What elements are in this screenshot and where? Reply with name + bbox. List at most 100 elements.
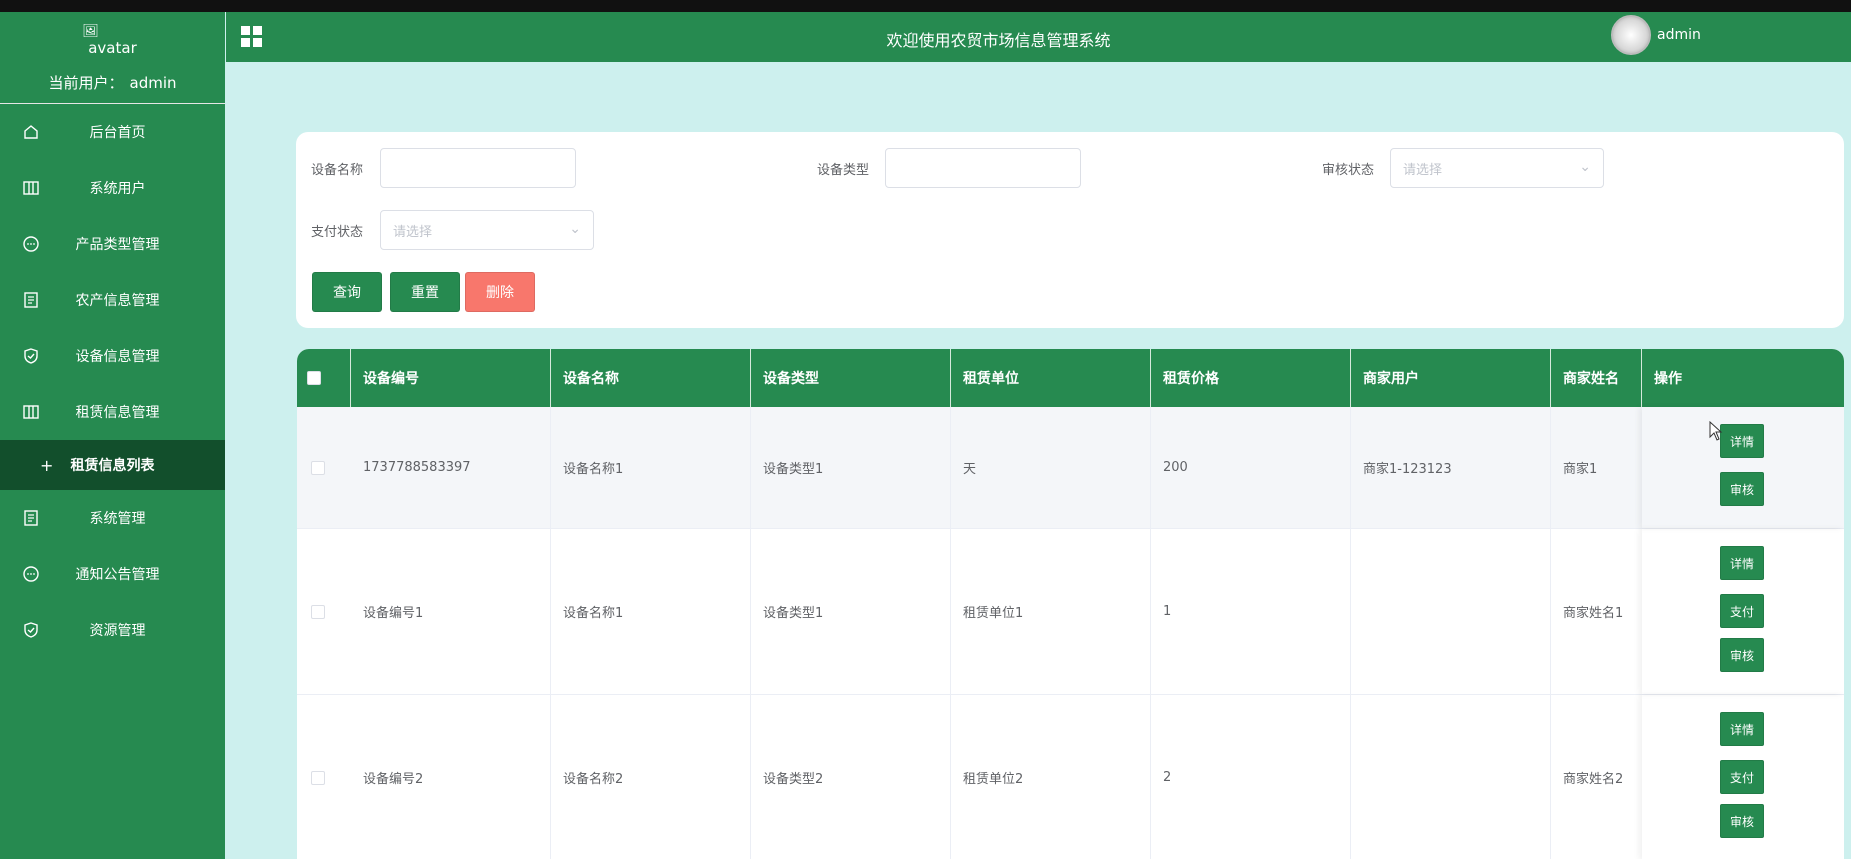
cell-rental-price: 1	[1151, 529, 1351, 694]
sidebar-item-notices[interactable]: 通知公告管理	[0, 546, 225, 602]
cell-rental-unit: 租赁单位1	[951, 529, 1151, 694]
audit-status-label: 审核状态	[1322, 163, 1375, 178]
device-type-input[interactable]	[885, 148, 1081, 188]
chevron-down-icon: ⌄	[1579, 159, 1591, 175]
avatar[interactable]	[1611, 15, 1651, 55]
sidebar-item-resources[interactable]: 资源管理	[0, 602, 225, 658]
chat-icon	[23, 236, 39, 252]
cell-device-type: 设备类型2	[751, 695, 951, 859]
sidebar-menu: 后台首页 系统用户 产品类型管理 农产信息管理 设备信息管理 租赁信息管理 + …	[0, 104, 225, 658]
table-header: 设备编号 设备名称 设备类型 租赁单位 租赁价格 商家用户 商家姓名 操作	[297, 349, 1844, 407]
mouse-cursor-icon	[1709, 421, 1723, 441]
device-name-label: 设备名称	[311, 163, 364, 178]
table-row: 设备编号1 设备名称1 设备类型1 租赁单位1 1 商家姓名1 详情 支付 审核	[297, 529, 1844, 695]
cell-rental-unit: 天	[951, 407, 1151, 528]
cell-merchant-name: 商家姓名2	[1563, 772, 1624, 787]
pay-status-label: 支付状态	[311, 225, 364, 240]
chat-icon	[23, 566, 39, 582]
chevron-down-icon: ⌄	[569, 221, 581, 237]
detail-button[interactable]: 详情	[1720, 712, 1764, 746]
audit-button[interactable]: 审核	[1720, 804, 1764, 838]
sidebar-item-system-users[interactable]: 系统用户	[0, 160, 225, 216]
document-icon	[24, 292, 38, 308]
column-header[interactable]: 商家用户	[1351, 349, 1551, 407]
device-name-input[interactable]	[380, 148, 576, 188]
current-user: 当前用户： admin	[0, 62, 225, 104]
select-all-cell	[297, 349, 351, 407]
column-header[interactable]: 租赁价格	[1151, 349, 1351, 407]
window-top-strip	[0, 0, 1851, 12]
row-checkbox[interactable]	[311, 771, 325, 785]
sidebar-item-farm-products[interactable]: 农产信息管理	[0, 272, 225, 328]
sidebar-avatar: 🖼︎ avatar	[0, 12, 225, 62]
avatar-alt-text: avatar	[88, 39, 137, 57]
detail-button[interactable]: 详情	[1720, 546, 1764, 580]
table-row: 1737788583397 设备名称1 设备类型1 天 200 商家1-1231…	[297, 407, 1844, 529]
pay-button[interactable]: 支付	[1720, 760, 1764, 794]
document-icon	[24, 510, 38, 526]
actions-cell: 详情 支付 审核	[1642, 529, 1844, 694]
cell-rental-price: 200	[1151, 407, 1351, 528]
audit-button[interactable]: 审核	[1720, 638, 1764, 672]
columns-icon	[23, 181, 39, 195]
cell-rental-unit: 租赁单位2	[951, 695, 1151, 859]
column-header[interactable]: 设备名称	[551, 349, 751, 407]
actions-cell: 详情 支付 审核	[1642, 695, 1844, 859]
cell-device-name: 设备名称2	[551, 695, 751, 859]
plus-icon: +	[40, 455, 54, 475]
pay-button[interactable]: 支付	[1720, 594, 1764, 628]
broken-image-icon: 🖼︎ avatar	[82, 24, 137, 57]
current-user-label: 当前用户：	[48, 74, 124, 92]
audit-button[interactable]: 审核	[1720, 472, 1764, 506]
cell-device-name: 设备名称1	[551, 407, 751, 528]
header-user[interactable]: admin	[1611, 15, 1701, 55]
pay-status-select[interactable]: 请选择 ⌄	[380, 210, 594, 250]
sidebar: 🖼︎ avatar 当前用户： admin 后台首页 系统用户 产品类型管理 农…	[0, 12, 225, 859]
actions-cell: 详情 审核	[1642, 407, 1844, 528]
pay-status-placeholder: 请选择	[393, 224, 433, 240]
sidebar-item-rentals[interactable]: 租赁信息管理	[0, 384, 225, 440]
header-username[interactable]: admin	[1657, 27, 1701, 43]
delete-button[interactable]: 删除	[465, 272, 535, 312]
shield-check-icon	[24, 622, 38, 638]
sidebar-item-rental-list[interactable]: + 租赁信息列表	[0, 440, 225, 490]
column-header[interactable]: 设备类型	[751, 349, 951, 407]
query-button[interactable]: 查询	[312, 272, 382, 312]
columns-icon	[23, 405, 39, 419]
cell-device-code: 设备编号2	[351, 695, 551, 859]
sidebar-item-devices[interactable]: 设备信息管理	[0, 328, 225, 384]
search-panel: 设备名称 设备类型 审核状态 请选择 ⌄ 支付状态 请选择 ⌄ 查询 重置 删除	[296, 132, 1844, 328]
reset-button[interactable]: 重置	[390, 272, 460, 312]
current-user-name: admin	[129, 73, 177, 92]
cell-merchant-name: 商家1	[1563, 462, 1598, 477]
cell-merchant-user	[1351, 695, 1551, 859]
row-checkbox[interactable]	[311, 605, 325, 619]
shield-check-icon	[24, 348, 38, 364]
sidebar-item-product-types[interactable]: 产品类型管理	[0, 216, 225, 272]
cell-device-type: 设备类型1	[751, 407, 951, 528]
select-all-checkbox[interactable]	[307, 371, 321, 385]
sidebar-item-system-admin[interactable]: 系统管理	[0, 490, 225, 546]
page-title: 欢迎使用农贸市场信息管理系统	[886, 31, 1111, 50]
audit-status-select[interactable]: 请选择 ⌄	[1390, 148, 1604, 188]
cell-device-name: 设备名称1	[551, 529, 751, 694]
column-header[interactable]: 租赁单位	[951, 349, 1151, 407]
column-header[interactable]: 设备编号	[351, 349, 551, 407]
home-icon	[24, 125, 38, 139]
data-table: 设备编号 设备名称 设备类型 租赁单位 租赁价格 商家用户 商家姓名 操作 17…	[297, 349, 1844, 859]
sidebar-item-home[interactable]: 后台首页	[0, 104, 225, 160]
cell-device-type: 设备类型1	[751, 529, 951, 694]
column-header[interactable]: 商家姓名	[1551, 349, 1642, 407]
detail-button[interactable]: 详情	[1720, 424, 1764, 458]
cell-rental-price: 2	[1151, 695, 1351, 859]
column-header: 操作	[1654, 371, 1682, 387]
sidebar-item-label: 租赁信息列表	[70, 458, 155, 474]
cell-merchant-user: 商家1-123123	[1351, 407, 1551, 528]
audit-status-placeholder: 请选择	[1403, 162, 1443, 178]
cell-merchant-name: 商家姓名1	[1563, 606, 1624, 621]
top-header: 欢迎使用农贸市场信息管理系统 admin	[226, 12, 1851, 62]
cell-device-code: 1737788583397	[351, 407, 551, 528]
row-checkbox[interactable]	[311, 461, 325, 475]
table-row: 设备编号2 设备名称2 设备类型2 租赁单位2 2 商家姓名2 详情 支付 审核	[297, 695, 1844, 859]
cell-merchant-user	[1351, 529, 1551, 694]
